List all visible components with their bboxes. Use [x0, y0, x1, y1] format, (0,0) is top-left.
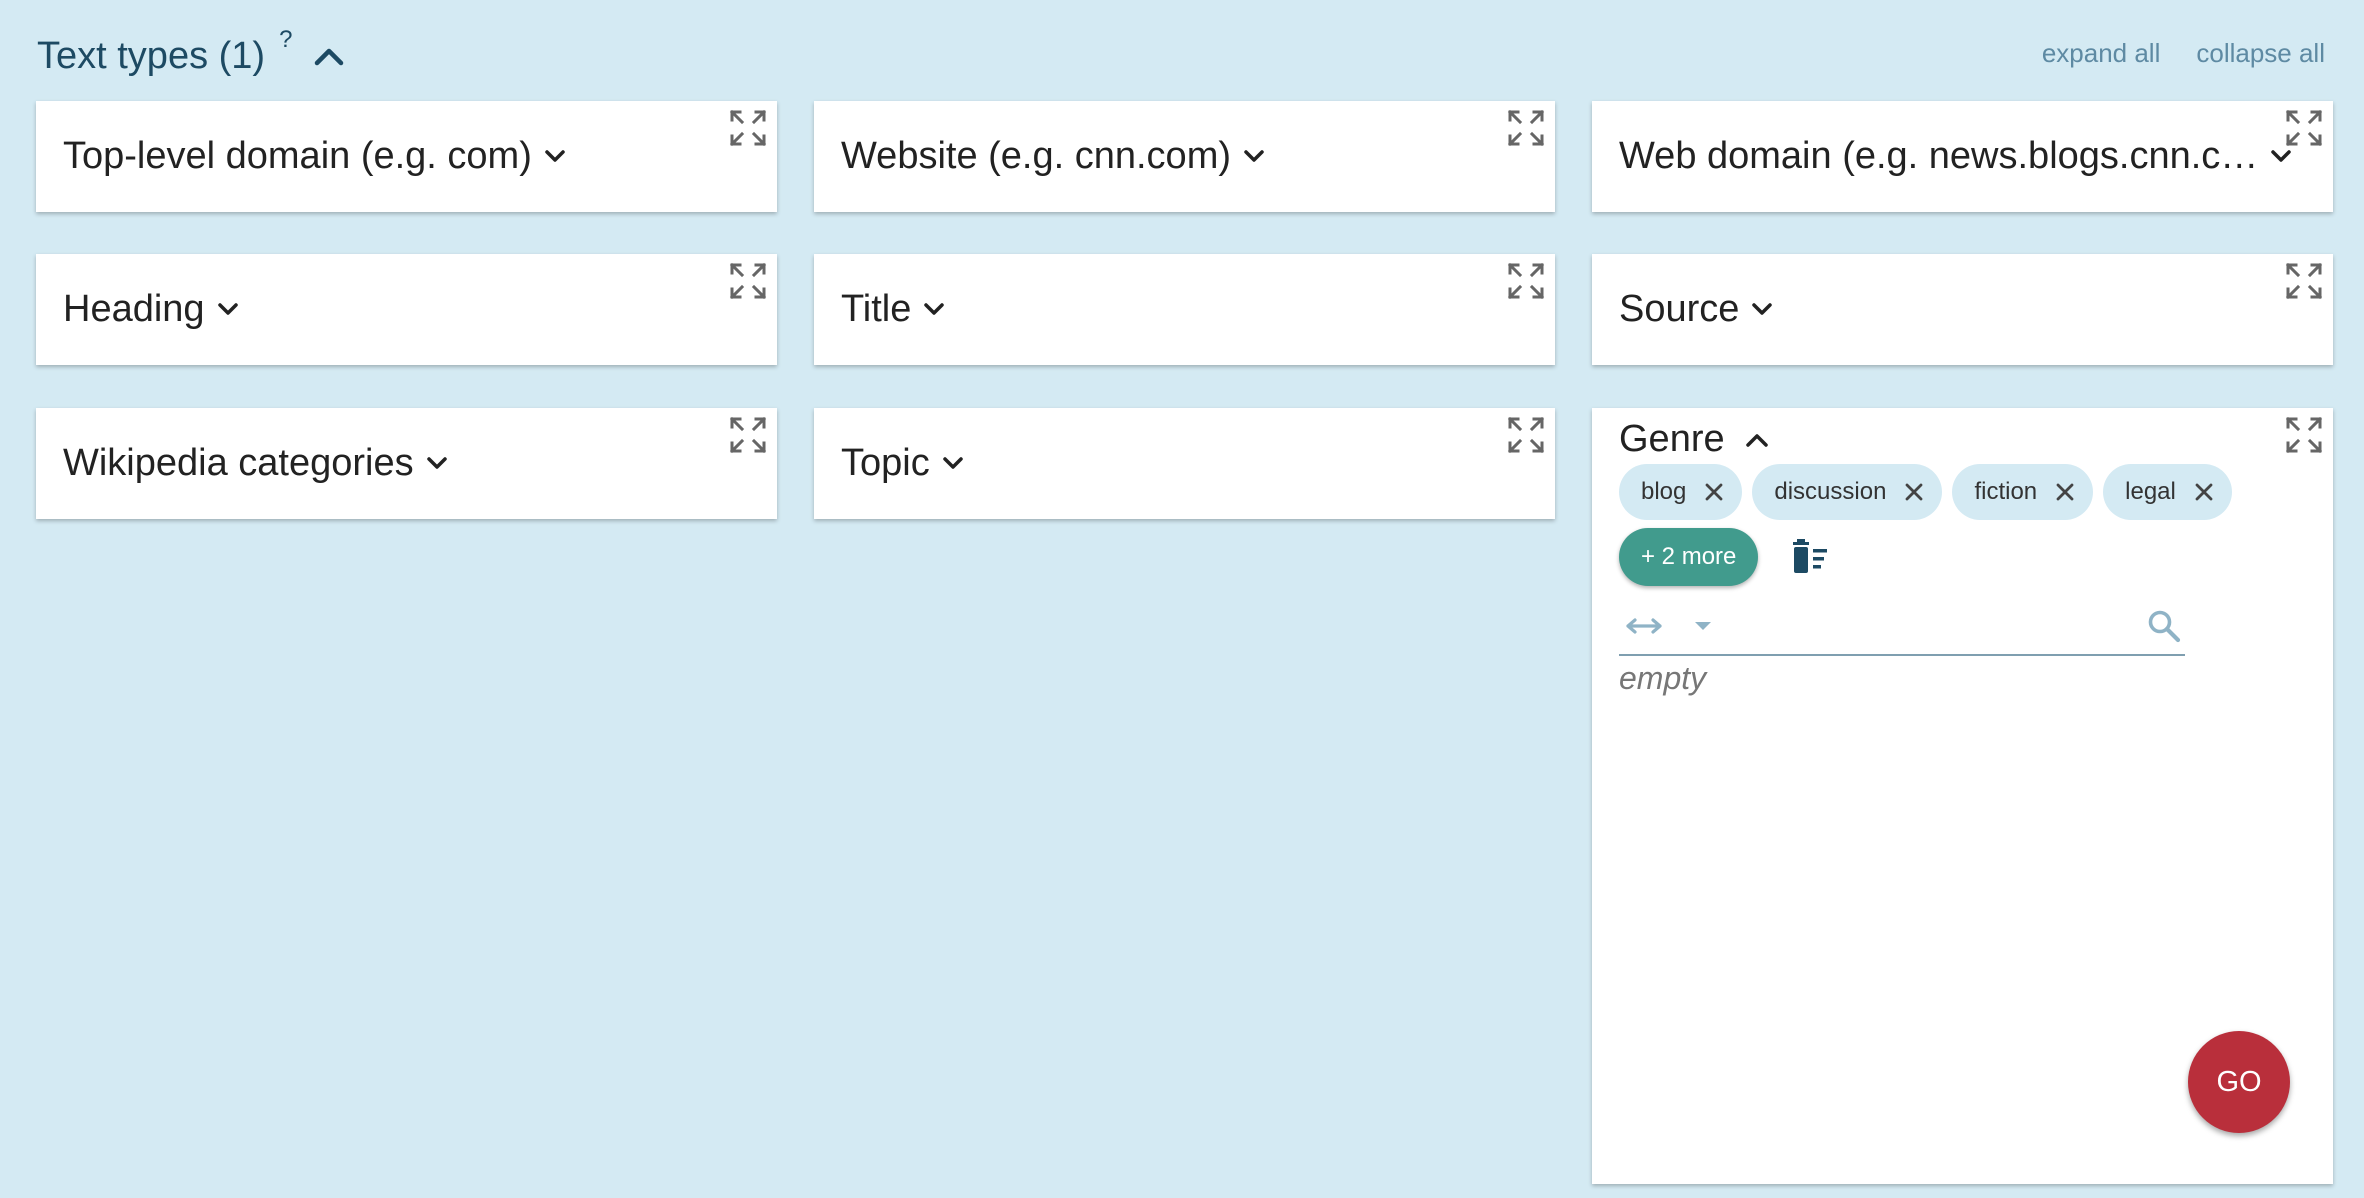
card-header[interactable]: Web domain (e.g. news.blogs.cnn.c…: [1619, 101, 2292, 211]
card-title: Website (e.g. cnn.com): [841, 134, 1232, 177]
card-heading: Heading: [36, 254, 777, 365]
card-web-domain: Web domain (e.g. news.blogs.cnn.c…: [1592, 101, 2333, 212]
maximize-icon[interactable]: [729, 262, 767, 300]
chevron-down-icon: [217, 301, 239, 317]
card-header[interactable]: Source: [1619, 254, 1773, 364]
search-row: [1619, 598, 2185, 656]
chevron-down-icon: [2270, 148, 2292, 164]
chip-discussion: discussion: [1752, 464, 1943, 520]
close-icon[interactable]: [1704, 482, 1724, 502]
chevron-up-icon: [1745, 431, 1769, 449]
caret-down-icon[interactable]: [1693, 620, 1713, 632]
horizontal-arrows-icon[interactable]: [1625, 616, 1663, 636]
section-title: Text types (1): [37, 34, 266, 77]
maximize-icon[interactable]: [2285, 109, 2323, 147]
chip-fiction: fiction: [1952, 464, 2094, 520]
card-header[interactable]: Heading: [63, 254, 239, 364]
close-icon[interactable]: [2055, 482, 2075, 502]
card-header[interactable]: Wikipedia categories: [63, 408, 448, 518]
card-header[interactable]: Genre: [1619, 418, 1769, 461]
card-header[interactable]: Top-level domain (e.g. com): [63, 101, 566, 211]
chip-label: legal: [2125, 478, 2176, 505]
chevron-down-icon: [426, 455, 448, 471]
card-source: Source: [1592, 254, 2333, 365]
help-icon[interactable]: ?: [279, 26, 292, 54]
card-title: Wikipedia categories: [63, 441, 414, 484]
empty-state: empty: [1619, 660, 1707, 696]
card-top-level-domain: Top-level domain (e.g. com): [36, 101, 777, 212]
chip-label: discussion: [1774, 478, 1887, 505]
delete-all-icon[interactable]: [1790, 539, 1830, 575]
card-title: Top-level domain (e.g. com): [63, 134, 532, 177]
card-title: Title: [841, 287, 912, 330]
close-icon[interactable]: [1904, 482, 1924, 502]
expand-all-link[interactable]: expand all: [2042, 38, 2161, 69]
card-title: Genre: [1619, 418, 1725, 460]
card-title-field: Title: [814, 254, 1555, 365]
chip-label: blog: [1641, 478, 1687, 505]
card-website: Website (e.g. cnn.com): [814, 101, 1555, 212]
search-input[interactable]: [1727, 611, 2147, 641]
card-header[interactable]: Topic: [841, 408, 964, 518]
maximize-icon[interactable]: [729, 416, 767, 454]
chip-label: fiction: [1974, 478, 2038, 505]
maximize-icon[interactable]: [729, 109, 767, 147]
top-links: expand all collapse all: [2042, 38, 2325, 69]
card-header[interactable]: Website (e.g. cnn.com): [841, 101, 1265, 211]
more-button[interactable]: + 2 more: [1619, 528, 1759, 586]
card-topic: Topic: [814, 408, 1555, 519]
chevron-down-icon: [1243, 148, 1265, 164]
card-header[interactable]: Title: [841, 254, 945, 364]
chevron-up-icon[interactable]: [314, 46, 344, 66]
go-button[interactable]: GO: [2188, 1031, 2290, 1133]
chevron-down-icon: [544, 148, 566, 164]
maximize-icon[interactable]: [1507, 416, 1545, 454]
chevron-down-icon: [942, 455, 964, 471]
maximize-icon[interactable]: [1507, 109, 1545, 147]
card-title: Source: [1619, 287, 1740, 330]
maximize-icon[interactable]: [1507, 262, 1545, 300]
selected-chips: blog discussion fiction legal: [1619, 464, 2279, 520]
chevron-down-icon: [1751, 301, 1773, 317]
more-row: + 2 more: [1619, 528, 1830, 586]
card-title: Web domain (e.g. news.blogs.cnn.c…: [1619, 134, 2259, 177]
card-title: Topic: [841, 441, 930, 484]
chip-blog: blog: [1619, 464, 1743, 520]
chip-legal: legal: [2103, 464, 2232, 520]
maximize-icon[interactable]: [2285, 262, 2323, 300]
close-icon[interactable]: [2194, 482, 2214, 502]
section-header: Text types (1) ?: [37, 26, 344, 84]
search-icon[interactable]: [2147, 609, 2181, 643]
chevron-down-icon: [923, 301, 945, 317]
card-title: Heading: [63, 287, 205, 330]
maximize-icon[interactable]: [2285, 416, 2323, 454]
card-wikipedia-categories: Wikipedia categories: [36, 408, 777, 519]
collapse-all-link[interactable]: collapse all: [2196, 38, 2325, 69]
